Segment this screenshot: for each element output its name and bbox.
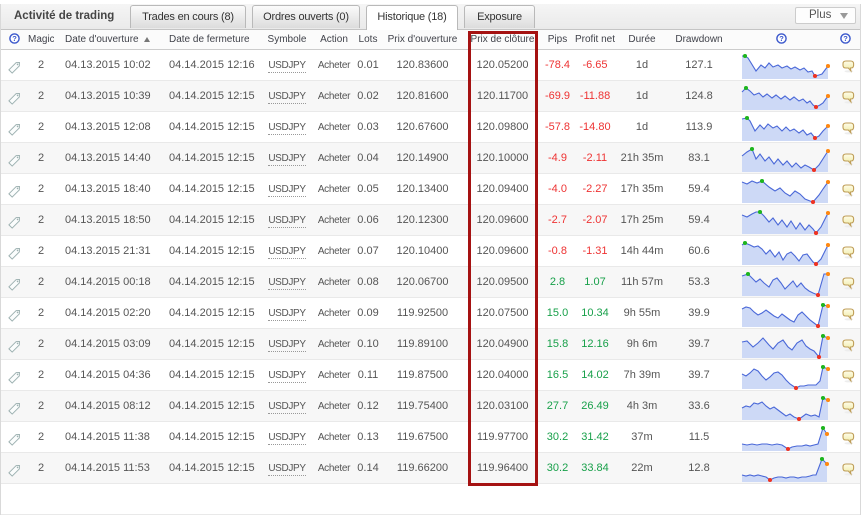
svg-text:?: ? [843,34,848,43]
svg-text:?: ? [779,34,784,43]
svg-text:?: ? [12,34,17,43]
